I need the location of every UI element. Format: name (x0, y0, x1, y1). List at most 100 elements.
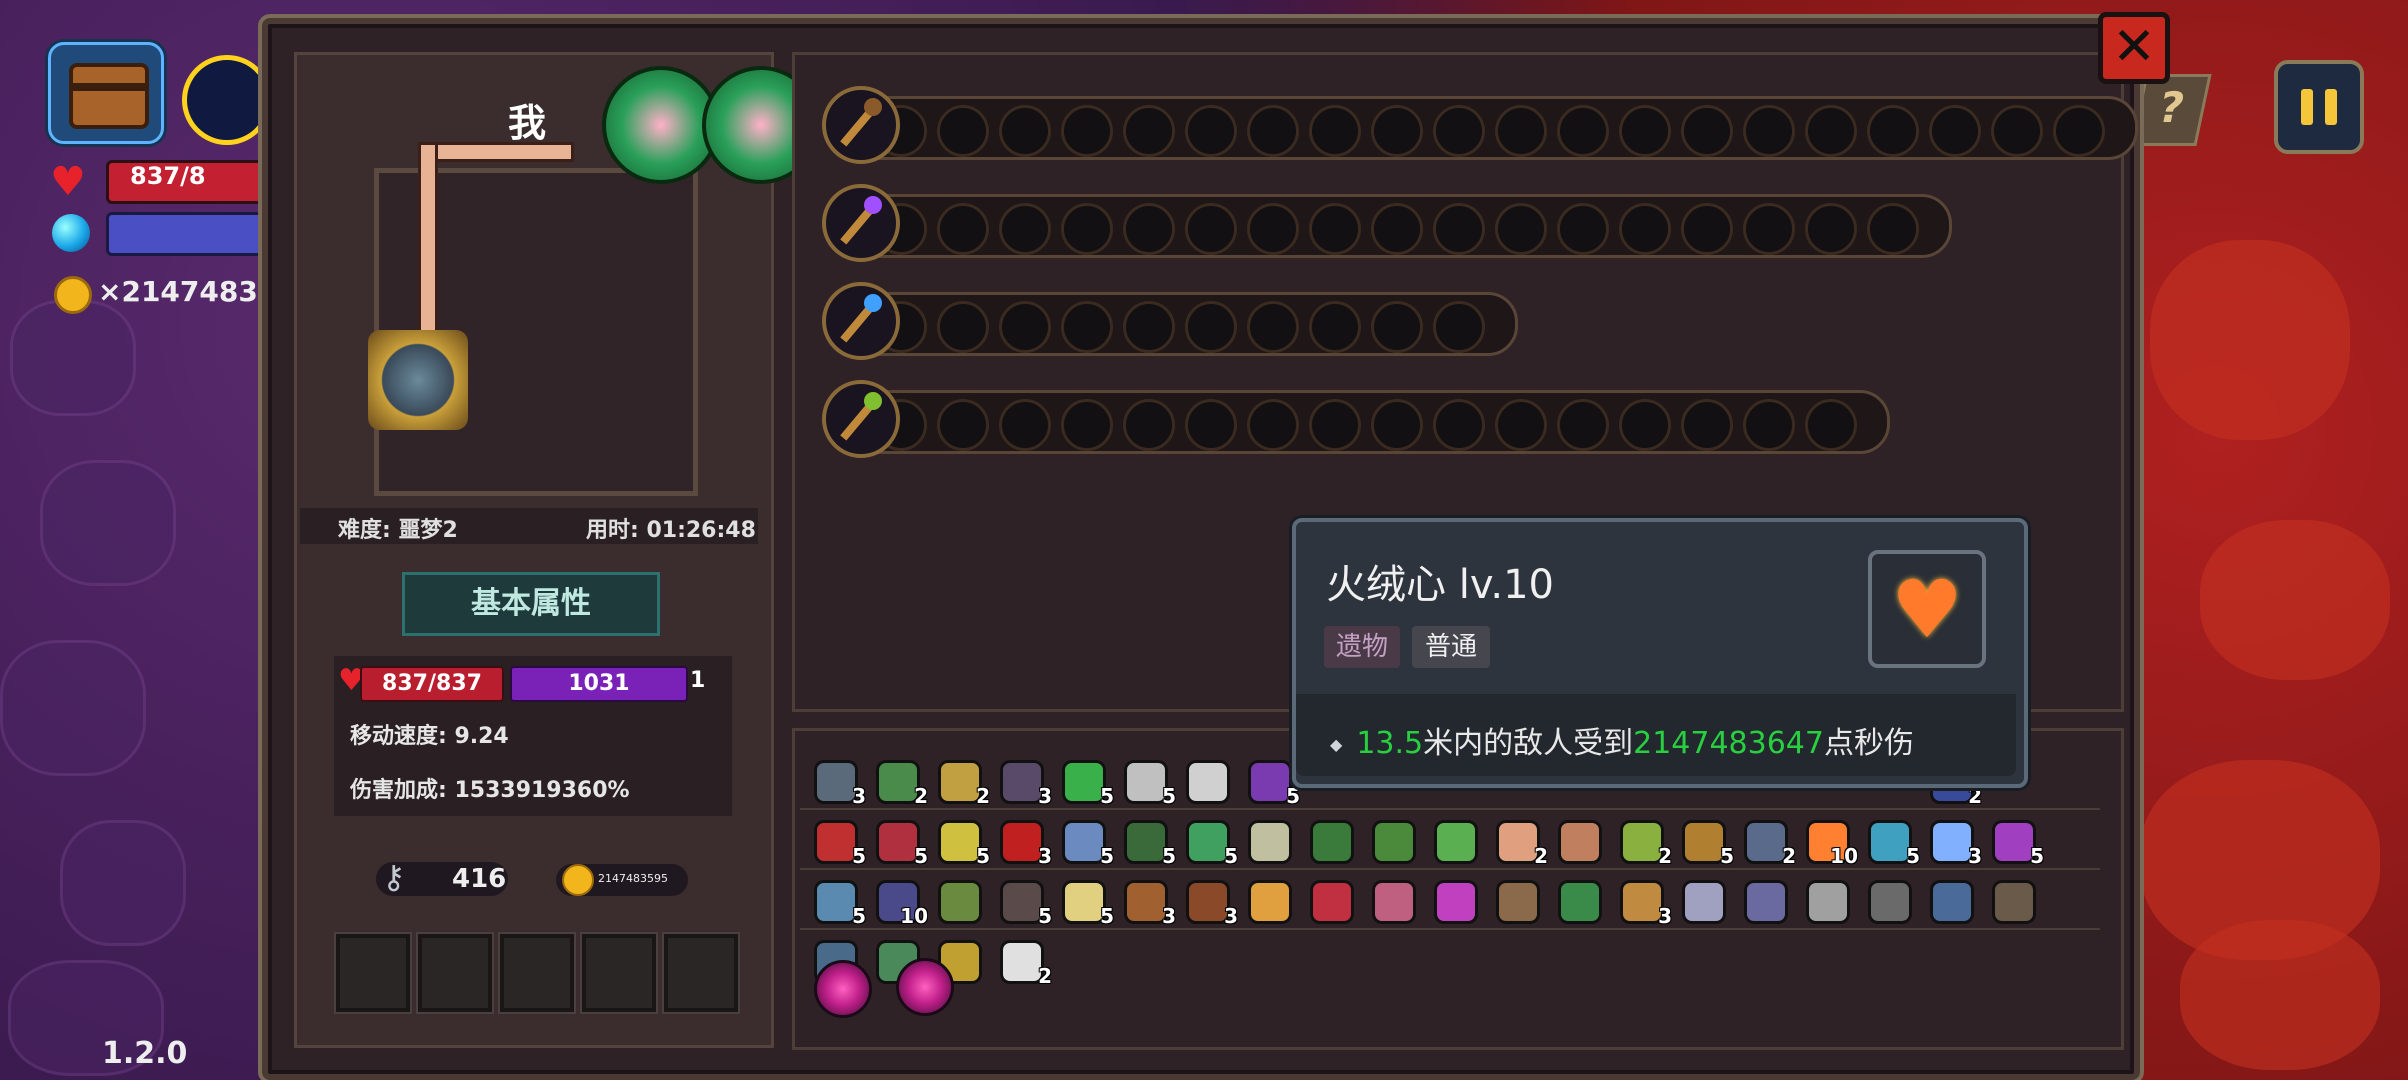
inventory-item[interactable] (1368, 816, 1416, 864)
inventory-item[interactable] (1306, 816, 1354, 864)
equipment-slot[interactable] (582, 934, 656, 1012)
gem-slot[interactable] (1805, 105, 1857, 157)
gem-slot[interactable] (1309, 203, 1361, 255)
gem-slot[interactable] (1433, 203, 1485, 255)
gem-slot[interactable] (1123, 105, 1175, 157)
inventory-item[interactable]: 2 (934, 756, 990, 808)
gem-slot[interactable] (1991, 105, 2043, 157)
inventory-item[interactable] (1244, 816, 1292, 864)
inventory-item[interactable]: 10 (1802, 816, 1858, 868)
gem-slot[interactable] (1557, 203, 1609, 255)
inventory-item[interactable]: 3 (996, 816, 1052, 868)
gem-slot[interactable] (1247, 301, 1299, 353)
gem-slot[interactable] (1743, 399, 1795, 451)
gem-slot[interactable] (1061, 203, 1113, 255)
gem-slot[interactable] (1123, 399, 1175, 451)
gem-slot[interactable] (1371, 301, 1423, 353)
gem-slot[interactable] (1557, 105, 1609, 157)
gem-slot[interactable] (1805, 399, 1857, 451)
help-button[interactable]: ? (2130, 74, 2212, 146)
inventory-item[interactable]: 5 (810, 876, 866, 928)
weapon-staff-icon[interactable] (182, 55, 272, 145)
gem-slot[interactable] (1681, 105, 1733, 157)
inventory-item[interactable]: 3 (996, 756, 1052, 808)
inventory-item[interactable]: 3 (1120, 876, 1176, 928)
inventory-item[interactable]: 5 (1864, 816, 1920, 868)
tab-basic-attributes[interactable]: 基本属性 (402, 572, 660, 636)
inventory-item[interactable]: 3 (1926, 816, 1982, 868)
gem-slot[interactable] (1433, 105, 1485, 157)
inventory-item[interactable] (1926, 876, 1974, 924)
gem-slot[interactable] (1371, 399, 1423, 451)
inventory-item[interactable]: 2 (872, 756, 928, 808)
gem-slot[interactable] (1929, 105, 1981, 157)
inventory-item[interactable] (1244, 876, 1292, 924)
gem-slot[interactable] (1867, 105, 1919, 157)
gem-slot[interactable] (1805, 203, 1857, 255)
inventory-item[interactable]: 3 (1182, 876, 1238, 928)
inventory-item[interactable]: 3 (1616, 876, 1672, 928)
weapon-staff-green-icon[interactable] (822, 380, 900, 458)
gem-slot[interactable] (1743, 203, 1795, 255)
inventory-item[interactable] (1430, 876, 1478, 924)
gem-slot[interactable] (1371, 105, 1423, 157)
pause-button[interactable] (2274, 60, 2364, 154)
gem-slot[interactable] (937, 105, 989, 157)
inventory-item[interactable] (1554, 816, 1602, 864)
inventory-item[interactable] (1864, 876, 1912, 924)
inventory-item[interactable] (1306, 876, 1354, 924)
gem-slot[interactable] (1433, 301, 1485, 353)
gem-slot[interactable] (1247, 399, 1299, 451)
gem-slot[interactable] (1061, 301, 1113, 353)
inventory-item[interactable]: 5 (1058, 756, 1114, 808)
gem-slot[interactable] (1495, 399, 1547, 451)
gem-slot[interactable] (1247, 203, 1299, 255)
inventory-item[interactable]: 5 (1988, 816, 2044, 868)
inventory-item[interactable]: 5 (1120, 756, 1176, 808)
gem-slot[interactable] (1309, 105, 1361, 157)
gem-slot[interactable] (1495, 105, 1547, 157)
inventory-item[interactable]: 5 (1058, 876, 1114, 928)
gem-slot[interactable] (937, 301, 989, 353)
gem-slot[interactable] (1247, 105, 1299, 157)
equipment-slot[interactable] (500, 934, 574, 1012)
inventory-item[interactable] (934, 876, 982, 924)
inventory-item[interactable] (1740, 876, 1788, 924)
equipment-slot[interactable] (336, 934, 410, 1012)
gem-slot[interactable] (2053, 105, 2105, 157)
inventory-item[interactable] (1492, 876, 1540, 924)
inventory-item[interactable] (1430, 816, 1478, 864)
inventory-item[interactable]: 5 (1182, 816, 1238, 868)
inventory-item[interactable] (1554, 876, 1602, 924)
gem-slot[interactable] (1061, 399, 1113, 451)
inventory-item[interactable]: 10 (872, 876, 928, 928)
gem-slot[interactable] (1185, 301, 1237, 353)
inventory-item[interactable]: 3 (810, 756, 866, 808)
gem-slot[interactable] (1681, 203, 1733, 255)
inventory-item[interactable]: 5 (1678, 816, 1734, 868)
gem-slot[interactable] (1557, 399, 1609, 451)
inventory-item[interactable] (1182, 756, 1230, 804)
pink-orb-icon[interactable] (814, 960, 872, 1018)
inventory-item[interactable] (1988, 876, 2036, 924)
weapon-staff-blue-icon[interactable] (822, 282, 900, 360)
inventory-item[interactable]: 2 (1740, 816, 1796, 868)
gem-slot[interactable] (1123, 203, 1175, 255)
inventory-item[interactable]: 5 (1244, 756, 1300, 808)
pink-orb-icon[interactable] (896, 958, 954, 1016)
gem-slot[interactable] (937, 203, 989, 255)
inventory-item[interactable] (1368, 876, 1416, 924)
inventory-item[interactable]: 5 (810, 816, 866, 868)
gem-slot[interactable] (1371, 203, 1423, 255)
inventory-item[interactable]: 2 (996, 936, 1052, 988)
gem-slot[interactable] (999, 301, 1051, 353)
gem-slot[interactable] (999, 105, 1051, 157)
gem-slot[interactable] (1681, 399, 1733, 451)
gem-slot[interactable] (999, 399, 1051, 451)
gem-slot[interactable] (1123, 301, 1175, 353)
gem-slot[interactable] (999, 203, 1051, 255)
gem-slot[interactable] (1619, 399, 1671, 451)
gem-slot[interactable] (1061, 105, 1113, 157)
gem-slot[interactable] (1433, 399, 1485, 451)
gem-slot[interactable] (1619, 105, 1671, 157)
